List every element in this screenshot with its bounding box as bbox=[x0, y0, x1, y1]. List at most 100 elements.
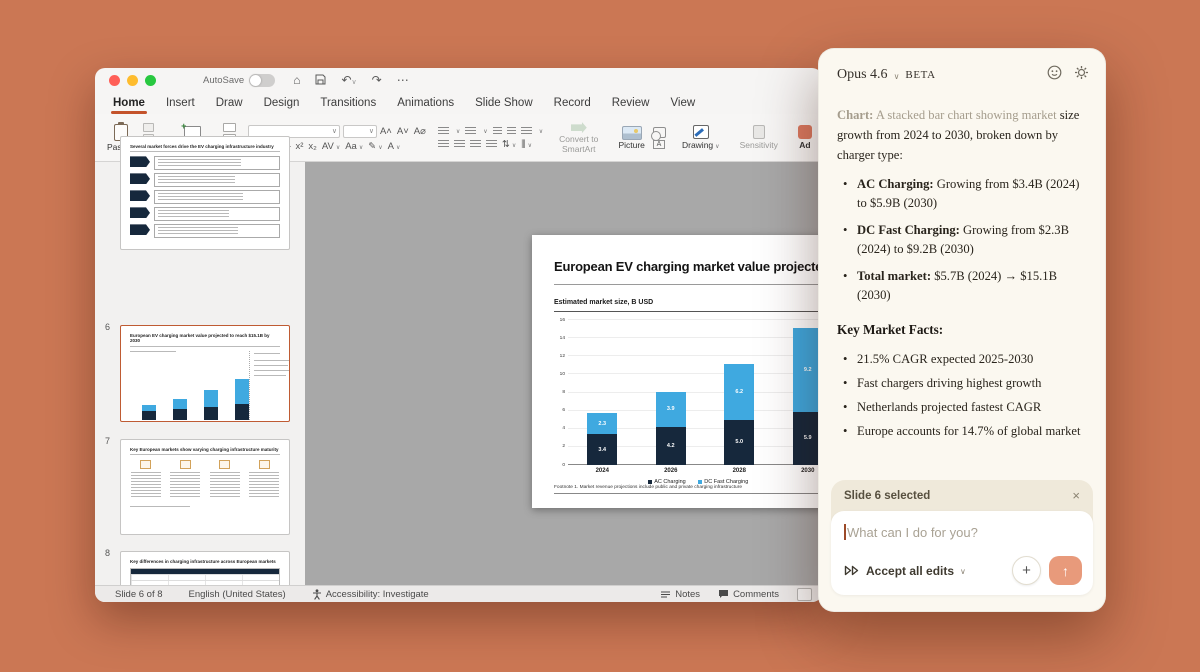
tab-home[interactable]: Home bbox=[111, 97, 147, 114]
slide-chart-yaxis: 0 2 4 6 8 10 12 14 16 bbox=[559, 317, 565, 468]
bar-2026: 3.9 4.2 2026 bbox=[655, 391, 686, 474]
autosave-label: AutoSave bbox=[203, 74, 245, 86]
minimize-window-button[interactable] bbox=[127, 74, 138, 86]
slide-title[interactable]: European EV charging market value projec… bbox=[554, 259, 822, 274]
undo-button[interactable]: ↶∨ bbox=[341, 74, 356, 86]
justify-icon[interactable] bbox=[485, 139, 497, 149]
key-market-facts-heading: Key Market Facts: bbox=[837, 322, 944, 337]
slide-layout-icon[interactable] bbox=[222, 122, 236, 132]
market-facts-list: 21.5% CAGR expected 2025-2030 Fast charg… bbox=[843, 350, 1088, 441]
drawing-icon bbox=[692, 125, 709, 140]
stacked-bar-chart[interactable]: 0 2 4 6 8 10 12 14 16 2.3 3.4 2024 3.9 4.2 2026 6.2 5.0… bbox=[554, 317, 822, 485]
thumbnail-slide-5[interactable]: Several market forces drive the EV charg… bbox=[120, 136, 290, 250]
beta-badge: BETA bbox=[905, 69, 936, 81]
accept-all-edits-button[interactable]: Accept all edits ∨ bbox=[844, 564, 966, 578]
slide-chart-plot: 2.3 3.4 2024 3.9 4.2 2026 6.2 5.0 2028 9.2 5.9 2030 bbox=[568, 319, 822, 474]
close-icon[interactable]: × bbox=[1072, 488, 1080, 503]
prompt-input[interactable]: What can I do for you? Accept all edits … bbox=[831, 511, 1093, 595]
font-size-select[interactable] bbox=[342, 124, 377, 138]
send-button[interactable]: ↑ bbox=[1049, 556, 1082, 585]
sensitivity-button[interactable]: Sensitivity bbox=[736, 117, 782, 159]
subscript-button[interactable]: x₂ bbox=[308, 141, 316, 152]
text-direction-icon[interactable]: ⇅ ∨ bbox=[502, 139, 516, 150]
tab-transitions[interactable]: Transitions bbox=[320, 97, 376, 112]
ribbon-tabs: Home Insert Draw Design Transitions Anim… bbox=[95, 92, 822, 114]
ai-panel-header: Opus 4.6 ∨ BETA bbox=[819, 49, 1105, 85]
tab-design[interactable]: Design bbox=[264, 97, 300, 112]
convert-to-smartart-button[interactable]: Convert to SmartArt bbox=[555, 117, 602, 159]
list-item: Total market: $5.7B (2024) → $15.1B (203… bbox=[843, 267, 1088, 305]
tab-review[interactable]: Review bbox=[612, 97, 650, 112]
clear-formatting-icon[interactable]: A⌀ bbox=[414, 126, 426, 137]
increase-indent-icon[interactable] bbox=[506, 126, 516, 136]
drawing-button[interactable]: Drawing ∨ bbox=[678, 117, 724, 159]
thumbnail-slide-6[interactable]: European EV charging market value projec… bbox=[120, 325, 290, 422]
list-item: 21.5% CAGR expected 2025-2030 bbox=[843, 350, 1088, 369]
bar-2024: 2.3 3.4 2024 bbox=[587, 413, 618, 474]
picture-button[interactable]: Picture bbox=[614, 125, 648, 151]
thumbnail-title: Several market forces drive the EV charg… bbox=[130, 144, 274, 149]
charger-type-list: AC Charging: Growing from $3.4B (2024) t… bbox=[843, 175, 1088, 305]
comments-button[interactable]: Comments bbox=[718, 589, 779, 600]
save-icon[interactable] bbox=[315, 74, 326, 87]
model-selector[interactable]: Opus 4.6 bbox=[837, 67, 888, 83]
ai-response-content: Chart: A stacked bar chart showing marke… bbox=[819, 85, 1105, 441]
highlight-color-icon[interactable]: ✎ ∨ bbox=[368, 141, 382, 152]
tab-view[interactable]: View bbox=[670, 97, 695, 112]
cut-icon[interactable] bbox=[143, 122, 155, 132]
superscript-button[interactable]: x² bbox=[295, 141, 303, 152]
addins-button[interactable]: Ad bbox=[794, 117, 816, 159]
thumbnail-title: Key European markets show varying chargi… bbox=[130, 447, 279, 452]
change-case-icon[interactable]: Aa ∨ bbox=[345, 141, 363, 152]
align-right-icon[interactable] bbox=[469, 139, 481, 149]
tab-record[interactable]: Record bbox=[554, 97, 591, 112]
tab-animations[interactable]: Animations bbox=[397, 97, 454, 112]
text-box-icon[interactable]: A bbox=[652, 140, 665, 149]
notes-button[interactable]: Notes bbox=[660, 589, 700, 600]
line-spacing-icon[interactable] bbox=[520, 126, 532, 136]
sensitivity-icon bbox=[752, 125, 765, 140]
slide-footnote: Footnote 1. Market revenue projections i… bbox=[554, 485, 742, 490]
text-cursor bbox=[844, 524, 846, 540]
thumbnail-title: European EV charging market value projec… bbox=[130, 333, 270, 344]
attach-button[interactable]: + bbox=[1012, 556, 1041, 585]
smartart-icon bbox=[570, 122, 587, 134]
tab-insert[interactable]: Insert bbox=[166, 97, 195, 112]
tab-slideshow[interactable]: Slide Show bbox=[475, 97, 533, 112]
columns-icon[interactable]: ⫼ ∨ bbox=[521, 139, 532, 150]
list-item: DC Fast Charging: Growing from $2.3B (20… bbox=[843, 221, 1088, 259]
align-center-icon[interactable] bbox=[453, 139, 465, 149]
character-spacing-icon[interactable]: AV ∨ bbox=[322, 141, 340, 152]
bullets-icon[interactable] bbox=[437, 126, 449, 136]
accessibility-icon bbox=[312, 588, 321, 600]
editing-canvas: Section marker European EV charging mark… bbox=[305, 162, 822, 585]
autosave-toggle[interactable] bbox=[249, 73, 276, 87]
accessibility-status[interactable]: Accessibility: Investigate bbox=[312, 589, 429, 600]
decrease-indent-icon[interactable] bbox=[492, 126, 502, 136]
view-mode-button[interactable] bbox=[797, 587, 812, 601]
settings-gear-icon[interactable] bbox=[1074, 65, 1089, 85]
font-color-icon[interactable]: A ∨ bbox=[388, 141, 401, 152]
ai-assistant-panel: Opus 4.6 ∨ BETA Chart: A stacked bar cha… bbox=[818, 48, 1106, 612]
numbering-icon[interactable] bbox=[465, 126, 477, 136]
slide-counter[interactable]: Slide 6 of 8 bbox=[115, 589, 163, 600]
shapes-icon[interactable] bbox=[650, 127, 666, 141]
home-icon[interactable]: ⌂ bbox=[293, 74, 300, 86]
tab-draw[interactable]: Draw bbox=[216, 97, 243, 112]
zoom-window-button[interactable] bbox=[145, 74, 156, 86]
feedback-icon[interactable] bbox=[1047, 65, 1062, 85]
redo-button[interactable]: ↷ bbox=[372, 74, 382, 86]
autosave-control[interactable]: AutoSave bbox=[203, 73, 276, 87]
thumbnail-number-6: 6 bbox=[105, 322, 111, 332]
align-left-icon[interactable] bbox=[437, 139, 449, 149]
decrease-font-icon[interactable]: A˅ bbox=[397, 126, 409, 137]
picture-icon bbox=[621, 125, 642, 140]
list-item: AC Charging: Growing from $3.4B (2024) t… bbox=[843, 175, 1088, 213]
notes-icon bbox=[661, 591, 671, 597]
language-setting[interactable]: English (United States) bbox=[189, 589, 286, 600]
more-commands-button[interactable]: ⋯ bbox=[397, 74, 409, 86]
increase-font-icon[interactable]: A˄ bbox=[380, 126, 392, 137]
close-window-button[interactable] bbox=[109, 74, 120, 86]
current-slide[interactable]: Section marker European EV charging mark… bbox=[532, 235, 822, 508]
thumbnail-slide-7[interactable]: Key European markets show varying chargi… bbox=[120, 439, 290, 535]
